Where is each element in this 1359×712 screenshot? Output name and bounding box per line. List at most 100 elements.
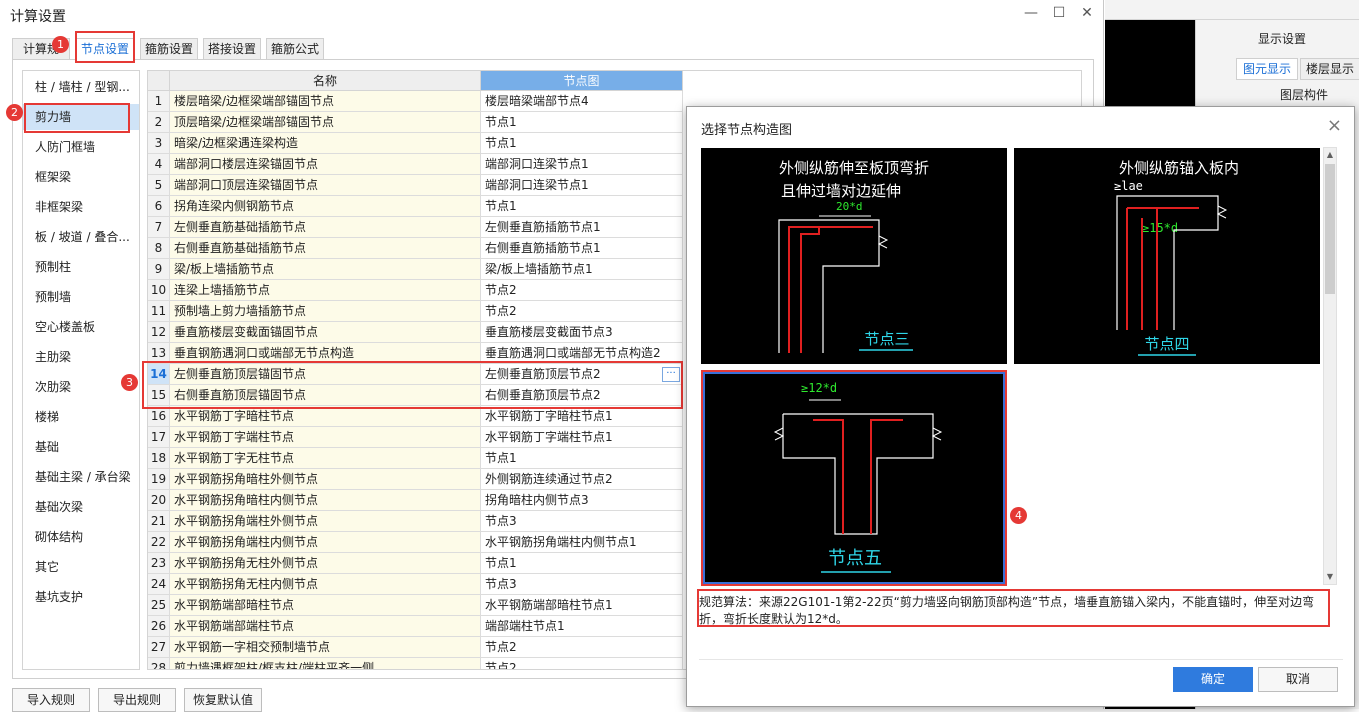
table-row[interactable]: 3 暗梁/边框梁遇连梁构造 节点1 (148, 133, 683, 154)
sidebar-item[interactable]: 非框架梁 (23, 194, 139, 220)
row-node[interactable]: 外侧钢筋连续通过节点2 (481, 469, 683, 490)
table-row[interactable]: 5 端部洞口顶层连梁锚固节点 端部洞口连梁节点1 (148, 175, 683, 196)
table-row[interactable]: 16 水平钢筋丁字暗柱节点 水平钢筋丁字暗柱节点1 (148, 406, 683, 427)
dialog-scrollbar[interactable]: ▲ ▼ (1323, 147, 1337, 585)
row-node[interactable]: 右侧垂直筋插筋节点1 (481, 238, 683, 259)
sidebar-item[interactable]: 基础 (23, 434, 139, 460)
close-icon[interactable]: ✕ (1078, 4, 1096, 22)
sidebar-item[interactable]: 人防门框墙 (23, 134, 139, 160)
tab-stirrup-settings[interactable]: 箍筋设置 (140, 38, 198, 60)
row-node[interactable]: 垂直筋遇洞口或端部无节点构造2 (481, 343, 683, 364)
row-node[interactable]: 垂直筋楼层变截面节点3 (481, 322, 683, 343)
row-node[interactable]: 节点1 (481, 448, 683, 469)
sidebar-item[interactable]: 基坑支护 (23, 584, 139, 610)
scroll-thumb[interactable] (1325, 164, 1335, 294)
scroll-up-icon[interactable]: ▲ (1324, 148, 1336, 162)
node-image-4[interactable]: 外侧纵筋锚入板内 ≥lae ≥15*d 节点四 (1014, 148, 1320, 364)
maximize-icon[interactable]: ☐ (1050, 4, 1068, 22)
row-node[interactable]: 水平钢筋端部暗柱节点1 (481, 595, 683, 616)
export-rules-button[interactable]: 导出规则 (98, 688, 176, 712)
row-node[interactable]: 右侧垂直筋顶层节点2 (481, 385, 683, 406)
row-node[interactable]: 水平钢筋丁字端柱节点1 (481, 427, 683, 448)
sidebar-item[interactable]: 砌体结构 (23, 524, 139, 550)
row-node[interactable]: 左侧垂直筋插筋节点1 (481, 217, 683, 238)
node-3-text2: 且伸过墙对边延伸 (781, 182, 901, 200)
row-node[interactable]: 左侧垂直筋顶层节点2 ··· (481, 364, 683, 385)
table-row[interactable]: 17 水平钢筋丁字端柱节点 水平钢筋丁字端柱节点1 (148, 427, 683, 448)
tab-floor-display[interactable]: 楼层显示 (1300, 58, 1359, 80)
table-row[interactable]: 11 预制墙上剪力墙插筋节点 节点2 (148, 301, 683, 322)
tab-element-display[interactable]: 图元显示 (1236, 58, 1298, 80)
table-row[interactable]: 2 顶层暗梁/边框梁端部锚固节点 节点1 (148, 112, 683, 133)
table-row[interactable]: 27 水平钢筋一字相交预制墙节点 节点2 (148, 637, 683, 658)
row-node[interactable]: 端部洞口连梁节点1 (481, 154, 683, 175)
row-node[interactable]: 水平钢筋丁字暗柱节点1 (481, 406, 683, 427)
tab-node-settings[interactable]: 节点设置 (76, 38, 134, 60)
row-node[interactable]: 节点2 (481, 658, 683, 669)
table-row[interactable]: 15 右侧垂直筋顶层锚固节点 右侧垂直筋顶层节点2 (148, 385, 683, 406)
table-row[interactable]: 6 拐角连梁内侧钢筋节点 节点1 (148, 196, 683, 217)
sidebar-item[interactable]: 楼梯 (23, 404, 139, 430)
table-row[interactable]: 7 左侧垂直筋基础插筋节点 左侧垂直筋插筋节点1 (148, 217, 683, 238)
sidebar-item[interactable]: 其它 (23, 554, 139, 580)
node-image-5-selected[interactable]: ≥12*d 节点五 (703, 372, 1005, 584)
row-node[interactable]: 节点1 (481, 553, 683, 574)
row-node[interactable]: 节点1 (481, 133, 683, 154)
row-node[interactable]: 节点1 (481, 112, 683, 133)
sidebar-item[interactable]: 预制柱 (23, 254, 139, 280)
table-row[interactable]: 1 楼层暗梁/边框梁端部锚固节点 楼层暗梁端部节点4 (148, 91, 683, 112)
table-row[interactable]: 23 水平钢筋拐角无柱外侧节点 节点1 (148, 553, 683, 574)
sidebar-item[interactable]: 主肋梁 (23, 344, 139, 370)
row-node[interactable]: 水平钢筋拐角端柱内侧节点1 (481, 532, 683, 553)
table-row[interactable]: 8 右侧垂直筋基础插筋节点 右侧垂直筋插筋节点1 (148, 238, 683, 259)
node-image-3[interactable]: 外侧纵筋伸至板顶弯折 且伸过墙对边延伸 20*d 节点三 (701, 148, 1007, 364)
tab-stirrup-formula[interactable]: 箍筋公式 (266, 38, 324, 60)
table-row[interactable]: 20 水平钢筋拐角暗柱内侧节点 拐角暗柱内侧节点3 (148, 490, 683, 511)
row-node[interactable]: 端部端柱节点1 (481, 616, 683, 637)
table-row[interactable]: 12 垂直筋楼层变截面锚固节点 垂直筋楼层变截面节点3 (148, 322, 683, 343)
sidebar-item-shear-wall[interactable]: 剪力墙 (23, 104, 139, 130)
ok-button[interactable]: 确定 (1173, 667, 1253, 692)
row-node[interactable]: 梁/板上墙插筋节点1 (481, 259, 683, 280)
table-row[interactable]: 28 剪力墙遇框架柱/框支柱/端柱平齐一侧 节点2 (148, 658, 683, 669)
row-node[interactable]: 节点2 (481, 280, 683, 301)
sidebar-item[interactable]: 框架梁 (23, 164, 139, 190)
table-row[interactable]: 4 端部洞口楼层连梁锚固节点 端部洞口连梁节点1 (148, 154, 683, 175)
sidebar-item[interactable]: 柱 / 墙柱 / 型钢... (23, 74, 139, 100)
restore-defaults-button[interactable]: 恢复默认值 (184, 688, 262, 712)
sidebar-item[interactable]: 基础主梁 / 承台梁 (23, 464, 139, 490)
dialog-close-icon[interactable]: × (1327, 115, 1342, 136)
scroll-down-icon[interactable]: ▼ (1324, 570, 1336, 584)
table-row[interactable]: 24 水平钢筋拐角无柱内侧节点 节点3 (148, 574, 683, 595)
node-3-text1: 外侧纵筋伸至板顶弯折 (779, 159, 929, 177)
row-node[interactable]: 节点1 (481, 196, 683, 217)
row-node[interactable]: 节点3 (481, 574, 683, 595)
row-node[interactable]: 端部洞口连梁节点1 (481, 175, 683, 196)
sidebar-item[interactable]: 板 / 坡道 / 叠合... (23, 224, 139, 250)
import-rules-button[interactable]: 导入规则 (12, 688, 90, 712)
row-number: 23 (148, 553, 170, 574)
tab-lap-settings[interactable]: 搭接设置 (203, 38, 261, 60)
ellipsis-button[interactable]: ··· (662, 367, 680, 382)
sidebar-item[interactable]: 空心楼盖板 (23, 314, 139, 340)
row-node[interactable]: 节点2 (481, 637, 683, 658)
table-row[interactable]: 10 连梁上墙插筋节点 节点2 (148, 280, 683, 301)
table-row[interactable]: 9 梁/板上墙插筋节点 梁/板上墙插筋节点1 (148, 259, 683, 280)
row-node[interactable]: 楼层暗梁端部节点4 (481, 91, 683, 112)
table-row[interactable]: 26 水平钢筋端部端柱节点 端部端柱节点1 (148, 616, 683, 637)
sidebar-item[interactable]: 预制墙 (23, 284, 139, 310)
table-row[interactable]: 13 垂直钢筋遇洞口或端部无节点构造 垂直筋遇洞口或端部无节点构造2 (148, 343, 683, 364)
table-row[interactable]: 19 水平钢筋拐角暗柱外侧节点 外侧钢筋连续通过节点2 (148, 469, 683, 490)
minimize-icon[interactable]: — (1022, 4, 1040, 22)
row-node[interactable]: 拐角暗柱内侧节点3 (481, 490, 683, 511)
sidebar-item[interactable]: 基础次梁 (23, 494, 139, 520)
row-node[interactable]: 节点3 (481, 511, 683, 532)
table-row[interactable]: 18 水平钢筋丁字无柱节点 节点1 (148, 448, 683, 469)
row-name: 垂直钢筋遇洞口或端部无节点构造 (170, 343, 481, 364)
row-node[interactable]: 节点2 (481, 301, 683, 322)
table-row[interactable]: 22 水平钢筋拐角端柱内侧节点 水平钢筋拐角端柱内侧节点1 (148, 532, 683, 553)
cancel-button[interactable]: 取消 (1258, 667, 1338, 692)
table-row[interactable]: 25 水平钢筋端部暗柱节点 水平钢筋端部暗柱节点1 (148, 595, 683, 616)
table-row[interactable]: 21 水平钢筋拐角端柱外侧节点 节点3 (148, 511, 683, 532)
table-row[interactable]: 14 左侧垂直筋顶层锚固节点 左侧垂直筋顶层节点2 ··· (148, 364, 683, 385)
